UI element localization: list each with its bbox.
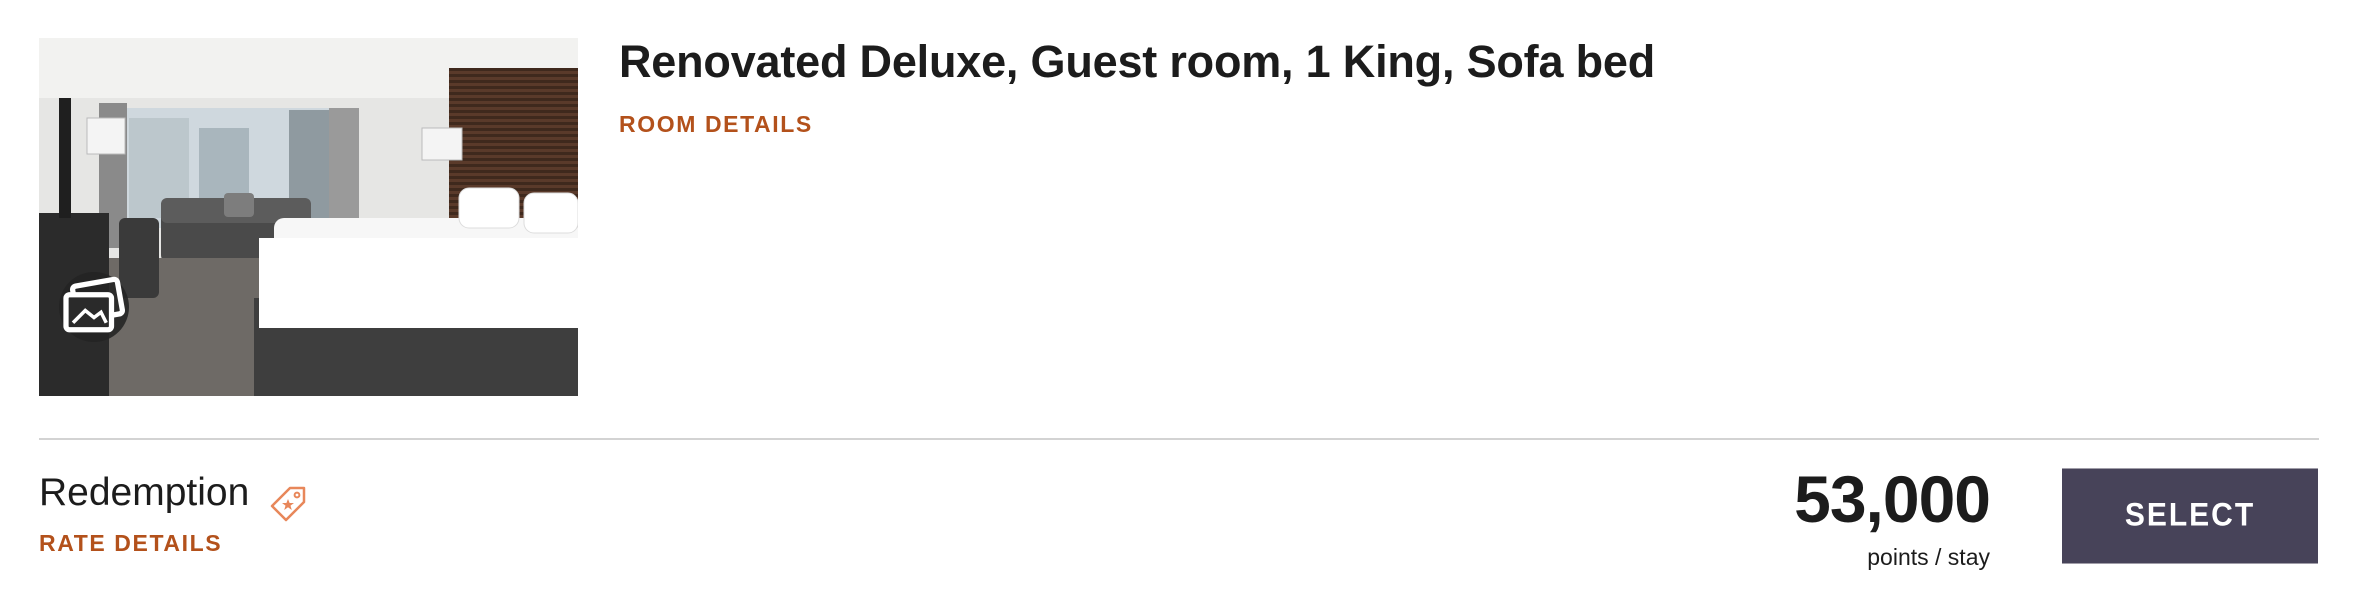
room-photo[interactable]: [39, 38, 578, 396]
photo-gallery-icon: [63, 276, 126, 333]
select-button[interactable]: SELECT: [2062, 468, 2318, 564]
points-unit: points / stay: [1867, 544, 1990, 570]
rate-name: Redemption: [39, 471, 250, 514]
room-title: Renovated Deluxe, Guest room, 1 King, So…: [619, 36, 1655, 87]
room-details-link[interactable]: ROOM DETAILS: [619, 111, 813, 138]
points-value: 53,000: [1794, 462, 1991, 536]
section-divider: [39, 438, 2319, 440]
price-tag-icon: [270, 486, 306, 522]
photo-gallery-button[interactable]: [59, 272, 129, 342]
room-photo-illustration: [39, 38, 578, 396]
rate-details-link[interactable]: RATE DETAILS: [39, 530, 222, 557]
